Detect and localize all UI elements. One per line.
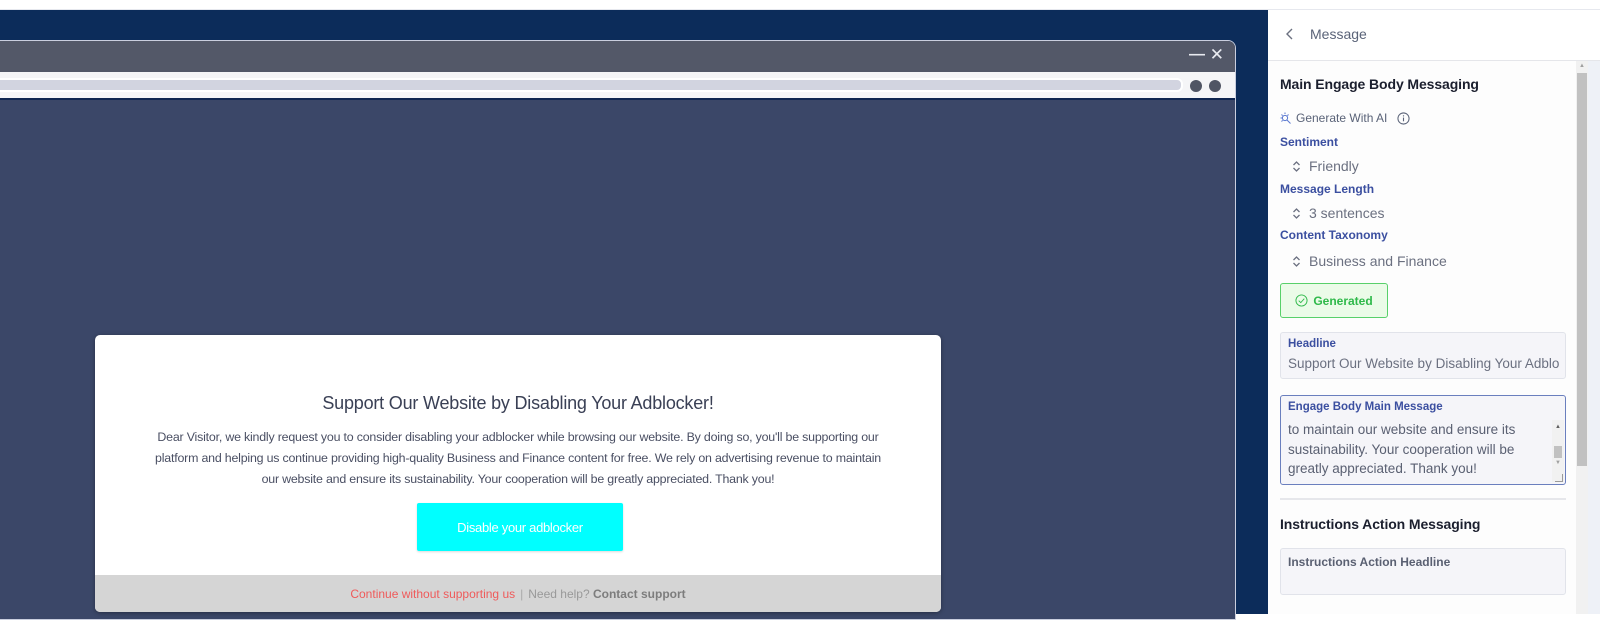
- panel-scrollbar[interactable]: ▲: [1576, 61, 1588, 614]
- updown-chevron-icon: [1293, 160, 1300, 172]
- top-strip: [0, 0, 1600, 10]
- updown-chevron-icon: [1293, 255, 1300, 267]
- url-bar: [0, 78, 1183, 92]
- headline-field[interactable]: Headline Support Our Website by Disablin…: [1280, 332, 1566, 379]
- chevron-left-icon[interactable]: [1280, 24, 1300, 44]
- info-icon[interactable]: [1397, 111, 1410, 125]
- updown-chevron-icon: [1293, 207, 1300, 219]
- continue-without-supporting-link[interactable]: Continue without supporting us: [350, 587, 515, 601]
- section-divider: [1280, 498, 1566, 500]
- textarea-scrollbar-thumb[interactable]: [1554, 446, 1562, 458]
- browser-mockup: — ✕ Support Our Website by Disabling You…: [0, 40, 1236, 620]
- sentiment-select[interactable]: Friendly: [1292, 158, 1359, 174]
- footer-separator: |: [520, 587, 524, 601]
- section-title-instructions-action: Instructions Action Messaging: [1280, 516, 1481, 532]
- panel-scroll-area: Main Engage Body Messaging Generate With…: [1268, 61, 1600, 614]
- engage-body-main-message-textarea[interactable]: to maintain our website and ensure its s…: [1288, 420, 1543, 479]
- sentiment-label: Sentiment: [1280, 135, 1339, 149]
- textarea-scrollbar[interactable]: ▲ ▼: [1552, 420, 1564, 482]
- modal-footer: Continue without supporting us | Need help…: [95, 575, 941, 612]
- scroll-up-icon[interactable]: ▲: [1552, 424, 1564, 430]
- sentiment-value: Friendly: [1309, 158, 1359, 174]
- generate-with-ai-label: Generate With AI: [1296, 111, 1388, 125]
- adblock-modal: Support Our Website by Disabling Your Ad…: [95, 335, 941, 612]
- message-length-select[interactable]: 3 sentences: [1292, 205, 1385, 221]
- browser-dot-icon: [1190, 80, 1202, 92]
- panel-header: Message: [1268, 10, 1600, 61]
- generated-button[interactable]: Generated: [1280, 283, 1388, 318]
- panel-outer-edge: [1588, 61, 1600, 614]
- modal-title: Support Our Website by Disabling Your Ad…: [322, 393, 714, 413]
- panel-title: Message: [1310, 26, 1367, 42]
- content-taxonomy-value: Business and Finance: [1309, 253, 1447, 269]
- browser-titlebar: — ✕: [0, 41, 1235, 72]
- instructions-action-headline-field[interactable]: Instructions Action Headline: [1280, 548, 1566, 595]
- check-circle-icon: [1295, 294, 1308, 307]
- engage-body-main-message-label: Engage Body Main Message: [1288, 401, 1443, 413]
- engage-body-main-message-field[interactable]: Engage Body Main Message to maintain our…: [1280, 395, 1566, 485]
- ai-sparkle-icon: [1280, 112, 1291, 124]
- content-taxonomy-label: Content Taxonomy: [1280, 228, 1388, 242]
- headline-label: Headline: [1288, 338, 1336, 350]
- instructions-action-headline-label: Instructions Action Headline: [1288, 555, 1451, 569]
- content-taxonomy-select[interactable]: Business and Finance: [1292, 253, 1447, 269]
- scroll-up-icon[interactable]: ▲: [1576, 61, 1588, 71]
- need-help-text: Need help?: [528, 587, 590, 601]
- message-panel: Message Main Engage Body Messaging Gener…: [1268, 10, 1600, 614]
- generated-label: Generated: [1313, 293, 1373, 308]
- browser-dot-icon: [1209, 80, 1221, 92]
- disable-adblocker-button[interactable]: Disable your adblocker: [417, 503, 623, 551]
- headline-input[interactable]: Support Our Website by Disabling Your Ad…: [1288, 356, 1559, 371]
- preview-stage: — ✕ Support Our Website by Disabling You…: [0, 10, 1268, 620]
- section-title-main-engage: Main Engage Body Messaging: [1280, 76, 1479, 92]
- resize-handle-icon[interactable]: [1555, 474, 1563, 482]
- minimize-icon[interactable]: —: [1189, 46, 1205, 64]
- scroll-down-icon[interactable]: ▼: [1552, 460, 1564, 466]
- message-length-value: 3 sentences: [1309, 205, 1385, 221]
- close-icon[interactable]: ✕: [1210, 46, 1224, 64]
- browser-address-bar: [0, 72, 1235, 100]
- message-length-label: Message Length: [1280, 182, 1375, 196]
- contact-support-link[interactable]: Contact support: [593, 587, 686, 601]
- browser-viewport: Support Our Website by Disabling Your Ad…: [0, 100, 1235, 619]
- modal-body: Dear Visitor, we kindly request you to c…: [155, 430, 881, 486]
- panel-scrollbar-thumb[interactable]: [1577, 73, 1587, 466]
- generate-with-ai[interactable]: Generate With AI: [1280, 111, 1410, 125]
